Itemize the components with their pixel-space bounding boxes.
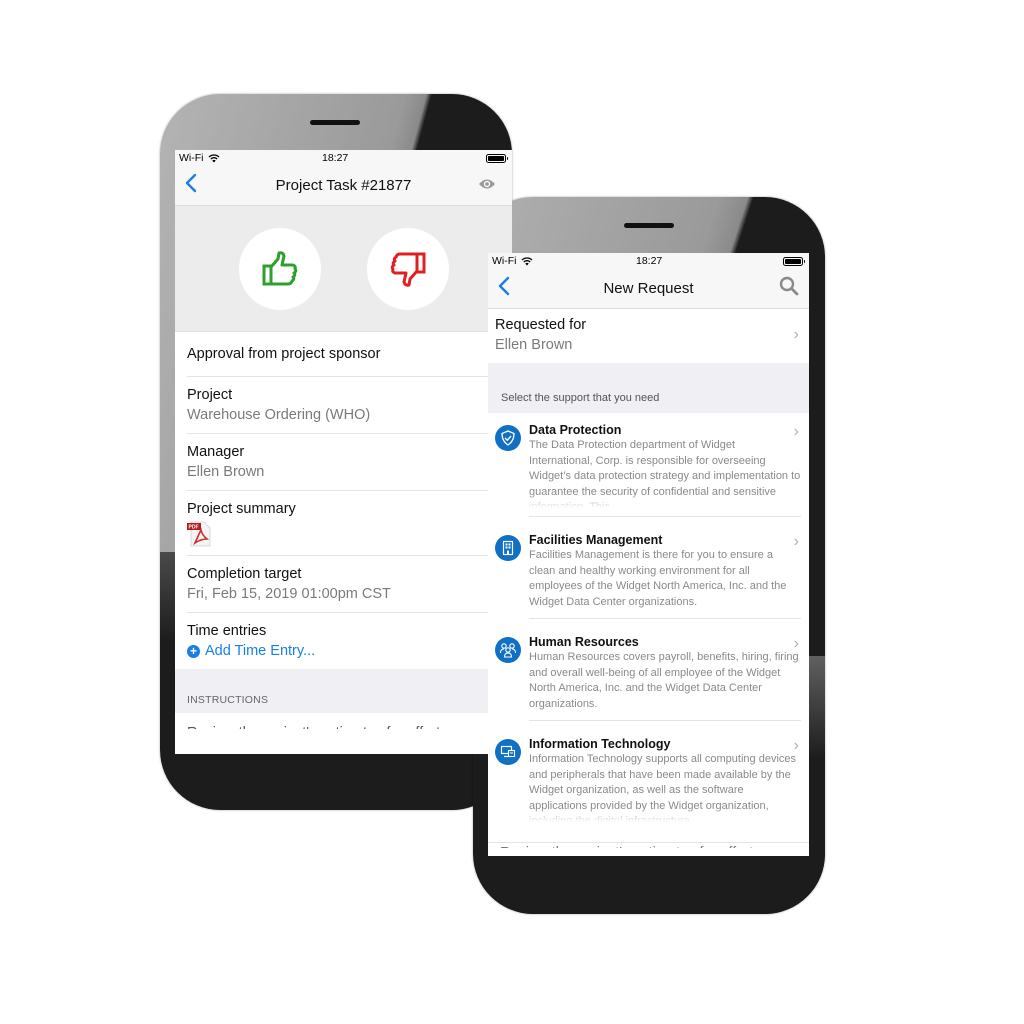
eye-icon	[479, 179, 495, 188]
service-description: Human Resources covers payroll, benefits…	[529, 651, 799, 710]
back-button[interactable]	[185, 173, 197, 198]
field-label: Time entries	[187, 623, 267, 639]
field-project[interactable]: Project Warehouse Ordering (WHO)	[187, 377, 512, 434]
reject-button[interactable]	[366, 227, 449, 310]
service-title: Data Protection	[529, 423, 622, 437]
service-title: Information Technology	[529, 737, 671, 751]
requested-for-value: Ellen Brown	[495, 337, 573, 353]
section-header-instructions: INSTRUCTIONS	[175, 669, 512, 713]
pdf-icon: PDF	[187, 521, 211, 547]
speaker	[624, 223, 674, 228]
chevron-right-icon: ›	[793, 326, 799, 343]
heading-text: Approval from project sponsor	[187, 346, 381, 362]
nav-bar: New Request	[488, 269, 809, 309]
nav-bar: Project Task #21877	[175, 166, 512, 206]
search-icon	[779, 276, 799, 296]
clock: 18:27	[636, 255, 663, 267]
field-value: Fri, Feb 15, 2019 01:00pm CST	[187, 586, 391, 602]
add-time-entry-label: Add Time Entry...	[205, 643, 316, 659]
service-item-data-protection[interactable]: Data Protection The Data Protection depa…	[488, 413, 809, 523]
battery-icon	[486, 153, 508, 163]
field-project-summary: Project summary PDF	[187, 491, 512, 556]
chevron-left-icon	[498, 276, 510, 296]
service-title: Facilities Management	[529, 533, 663, 547]
field-label: Project	[187, 387, 233, 403]
clock: 18:27	[322, 152, 349, 164]
thumbs-down-icon	[390, 252, 425, 287]
search-button[interactable]	[779, 276, 799, 301]
shield-check-icon	[501, 430, 515, 446]
service-title: Human Resources	[529, 635, 639, 649]
battery-icon	[783, 256, 805, 266]
building-icon	[502, 540, 514, 556]
instructions-preview: Review the project's estimates for effor…	[175, 713, 512, 729]
plus-circle-icon: +	[187, 644, 200, 658]
network-label: Wi-Fi	[492, 255, 517, 267]
phone-new-request: Wi-Fi 18:27 New Request Requested for El…	[473, 197, 825, 914]
field-time-entries: Time entries + Add Time Entry...	[187, 613, 512, 669]
page-title: New Request	[603, 280, 694, 297]
service-item-human-resources[interactable]: Human Resources Human Resources covers p…	[488, 625, 809, 727]
screen: Wi-Fi 18:27 New Request Requested for El…	[488, 253, 809, 856]
phone-project-task: Wi-Fi 18:27 Project Task #21877 Approval…	[160, 94, 512, 810]
requested-for-label: Requested for	[495, 317, 587, 333]
chevron-right-icon: ›	[793, 533, 799, 550]
footer-preview: Review the project's estimates for effor…	[488, 842, 809, 848]
field-label: Completion target	[187, 566, 302, 582]
status-bar: Wi-Fi 18:27	[488, 253, 809, 269]
field-label: Manager	[187, 444, 245, 460]
chevron-right-icon: ›	[793, 737, 799, 754]
computer-icon	[500, 745, 516, 758]
screen: Wi-Fi 18:27 Project Task #21877 Approval…	[175, 150, 512, 754]
chevron-left-icon	[185, 173, 197, 193]
chevron-right-icon: ›	[793, 635, 799, 652]
field-label: Project summary	[187, 501, 296, 517]
speaker	[310, 120, 360, 125]
approve-button[interactable]	[238, 227, 321, 310]
network-label: Wi-Fi	[179, 152, 204, 164]
service-item-facilities-management[interactable]: Facilities Management Facilities Managem…	[488, 523, 809, 625]
wifi-icon	[208, 153, 219, 162]
pdf-attachment[interactable]: PDF	[187, 521, 512, 547]
approval-actions	[175, 206, 512, 332]
field-value: Warehouse Ordering (WHO)	[187, 407, 371, 423]
thumbs-up-icon	[262, 250, 297, 285]
svg-text:PDF: PDF	[189, 525, 199, 531]
service-item-information-technology[interactable]: Information Technology Information Techn…	[488, 727, 809, 836]
task-heading: Approval from project sponsor	[187, 332, 512, 377]
back-button[interactable]	[498, 276, 510, 301]
service-description: Information Technology supports all comp…	[529, 753, 797, 822]
service-description: Facilities Management is there for you t…	[529, 549, 787, 608]
add-time-entry-link[interactable]: + Add Time Entry...	[187, 641, 512, 661]
people-icon	[499, 643, 517, 658]
section-header-support: Select the support that you need	[488, 363, 809, 413]
page-title: Project Task #21877	[275, 177, 412, 194]
status-bar: Wi-Fi 18:27	[175, 150, 512, 166]
field-completion-target: Completion target Fri, Feb 15, 2019 01:0…	[187, 556, 512, 613]
field-manager[interactable]: Manager Ellen Brown	[187, 434, 512, 491]
service-description: The Data Protection department of Widget…	[529, 439, 801, 508]
wifi-icon	[521, 256, 532, 265]
watch-button[interactable]	[478, 177, 496, 195]
chevron-right-icon: ›	[793, 423, 799, 440]
field-value: Ellen Brown	[187, 464, 265, 480]
requested-for-row[interactable]: Requested for Ellen Brown ›	[488, 309, 809, 363]
